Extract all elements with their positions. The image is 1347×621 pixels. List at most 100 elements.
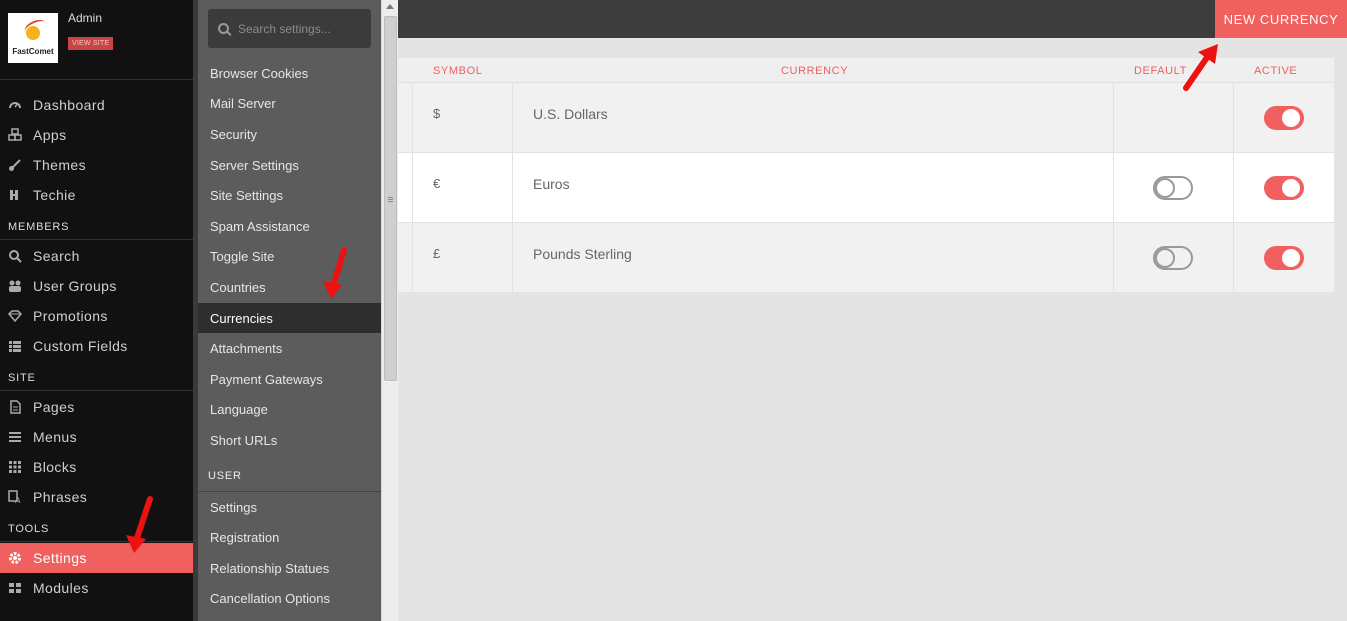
nav-item-settings[interactable]: Settings: [0, 543, 193, 573]
nav-item-phrases[interactable]: A Phrases: [0, 482, 193, 512]
search-icon: [8, 249, 22, 263]
phrases-icon: A: [8, 490, 22, 504]
table-row[interactable]: £ Pounds Sterling: [398, 223, 1334, 293]
annotation-arrow-icon: [323, 247, 347, 299]
nav-label: Phrases: [33, 489, 88, 505]
nav-item-themes[interactable]: Themes: [0, 150, 193, 180]
active-toggle[interactable]: [1264, 176, 1304, 200]
svg-text:A: A: [15, 496, 21, 504]
list-icon: [8, 339, 22, 353]
members-nav: Search User Groups Promotions Custom Fie…: [0, 241, 193, 361]
members-heading: MEMBERS: [0, 210, 193, 240]
nav-item-menus[interactable]: Menus: [0, 422, 193, 452]
nav-label: Apps: [33, 127, 67, 143]
subnav-item-payment-gateways[interactable]: Payment Gateways: [198, 364, 381, 395]
subnav-item-spam-assistance[interactable]: Spam Assistance: [198, 211, 381, 242]
settings-list: Browser Cookies Mail Server Security Ser…: [198, 58, 381, 614]
scroll-up-arrow-icon[interactable]: [386, 4, 394, 9]
nav-label: Themes: [33, 157, 86, 173]
subnav-item-attachments[interactable]: Attachments: [198, 333, 381, 364]
subnav-item-cancellation-options[interactable]: Cancellation Options: [198, 584, 381, 615]
cubes-icon: [8, 128, 22, 142]
speedometer-icon: [8, 98, 22, 112]
site-heading: SITE: [0, 361, 193, 391]
brush-icon: [8, 158, 22, 172]
column-header-currency[interactable]: CURRENCY: [781, 65, 848, 77]
admin-name: Admin: [68, 11, 103, 25]
top-toolbar: NEW CURRENCY: [398, 0, 1347, 38]
nav-label: Techie: [33, 187, 76, 203]
currency-name: Euros: [533, 176, 570, 192]
nav-item-search[interactable]: Search: [0, 241, 193, 271]
subnav-item-language[interactable]: Language: [198, 395, 381, 426]
user-heading: USER: [198, 456, 381, 492]
tools-heading: TOOLS: [0, 512, 193, 542]
subnav-item-relationship-statues[interactable]: Relationship Statues: [198, 553, 381, 584]
subnav-item-security[interactable]: Security: [198, 119, 381, 150]
nav-item-pages[interactable]: Pages: [0, 392, 193, 422]
page-icon: [8, 400, 22, 414]
nav-label: Menus: [33, 429, 78, 445]
subnav-item-browser-cookies[interactable]: Browser Cookies: [198, 58, 381, 89]
settings-search-input[interactable]: [238, 21, 358, 36]
grid-icon: [8, 460, 22, 474]
new-currency-button[interactable]: NEW CURRENCY: [1215, 0, 1347, 38]
nav-label: User Groups: [33, 278, 117, 294]
site-nav: Pages Menus Blocks A Phrases: [0, 392, 193, 512]
active-toggle[interactable]: [1264, 246, 1304, 270]
main-sidebar: FastComet Admin VIEW SITE Dashboard Apps…: [0, 0, 193, 621]
currency-symbol: £: [433, 246, 441, 261]
subnav-item-mail-server[interactable]: Mail Server: [198, 89, 381, 120]
column-header-symbol[interactable]: SYMBOL: [433, 65, 482, 77]
gear-icon: [8, 551, 22, 565]
nav-label: Promotions: [33, 308, 108, 324]
currency-symbol: $: [433, 106, 441, 121]
default-toggle[interactable]: [1153, 176, 1193, 200]
settings-search-box[interactable]: [208, 9, 371, 48]
table-row[interactable]: € Euros: [398, 153, 1334, 223]
nav-label: Modules: [33, 580, 89, 596]
diamond-icon: [8, 309, 22, 323]
nav-label: Custom Fields: [33, 338, 128, 354]
brand-area: FastComet Admin VIEW SITE: [0, 0, 193, 80]
nav-item-promotions[interactable]: Promotions: [0, 301, 193, 331]
scrollbar-thumb[interactable]: [384, 16, 397, 381]
subnav-item-site-settings[interactable]: Site Settings: [198, 180, 381, 211]
nav-label: Blocks: [33, 459, 77, 475]
subnav-scrollbar[interactable]: [381, 0, 398, 621]
column-header-active[interactable]: ACTIVE: [1254, 65, 1297, 77]
nav-label: Settings: [33, 550, 87, 566]
nav-item-user-groups[interactable]: User Groups: [0, 271, 193, 301]
currency-name: Pounds Sterling: [533, 246, 632, 262]
subnav-item-short-urls[interactable]: Short URLs: [198, 425, 381, 456]
code-icon: [8, 188, 22, 202]
users-icon: [8, 279, 22, 293]
logo-text: FastComet: [12, 47, 54, 56]
menu-icon: [8, 430, 22, 444]
nav-item-apps[interactable]: Apps: [0, 120, 193, 150]
currency-symbol: €: [433, 176, 441, 191]
default-toggle[interactable]: [1153, 246, 1193, 270]
modules-icon: [8, 581, 22, 595]
nav-label: Pages: [33, 399, 75, 415]
currency-name: U.S. Dollars: [533, 106, 608, 122]
nav-item-dashboard[interactable]: Dashboard: [0, 90, 193, 120]
subnav-item-currencies[interactable]: Currencies: [198, 302, 381, 334]
nav-item-custom-fields[interactable]: Custom Fields: [0, 331, 193, 361]
nav-item-techie[interactable]: Techie: [0, 180, 193, 210]
subnav-item-server-settings[interactable]: Server Settings: [198, 150, 381, 181]
nav-label: Search: [33, 248, 80, 264]
nav-label: Dashboard: [33, 97, 106, 113]
tools-nav: Settings Modules: [0, 543, 193, 603]
nav-item-blocks[interactable]: Blocks: [0, 452, 193, 482]
annotation-arrow-icon: [1183, 44, 1218, 91]
main-nav: Dashboard Apps Themes Techie: [0, 80, 193, 210]
nav-item-modules[interactable]: Modules: [0, 573, 193, 603]
view-site-button[interactable]: VIEW SITE: [68, 37, 114, 50]
fastcomet-logo[interactable]: FastComet: [8, 13, 58, 63]
search-icon: [218, 23, 229, 34]
subnav-item-registration[interactable]: Registration: [198, 522, 381, 553]
subnav-item-user-settings[interactable]: Settings: [198, 492, 381, 523]
active-toggle[interactable]: [1264, 106, 1304, 130]
settings-subnav: Browser Cookies Mail Server Security Ser…: [198, 0, 381, 621]
